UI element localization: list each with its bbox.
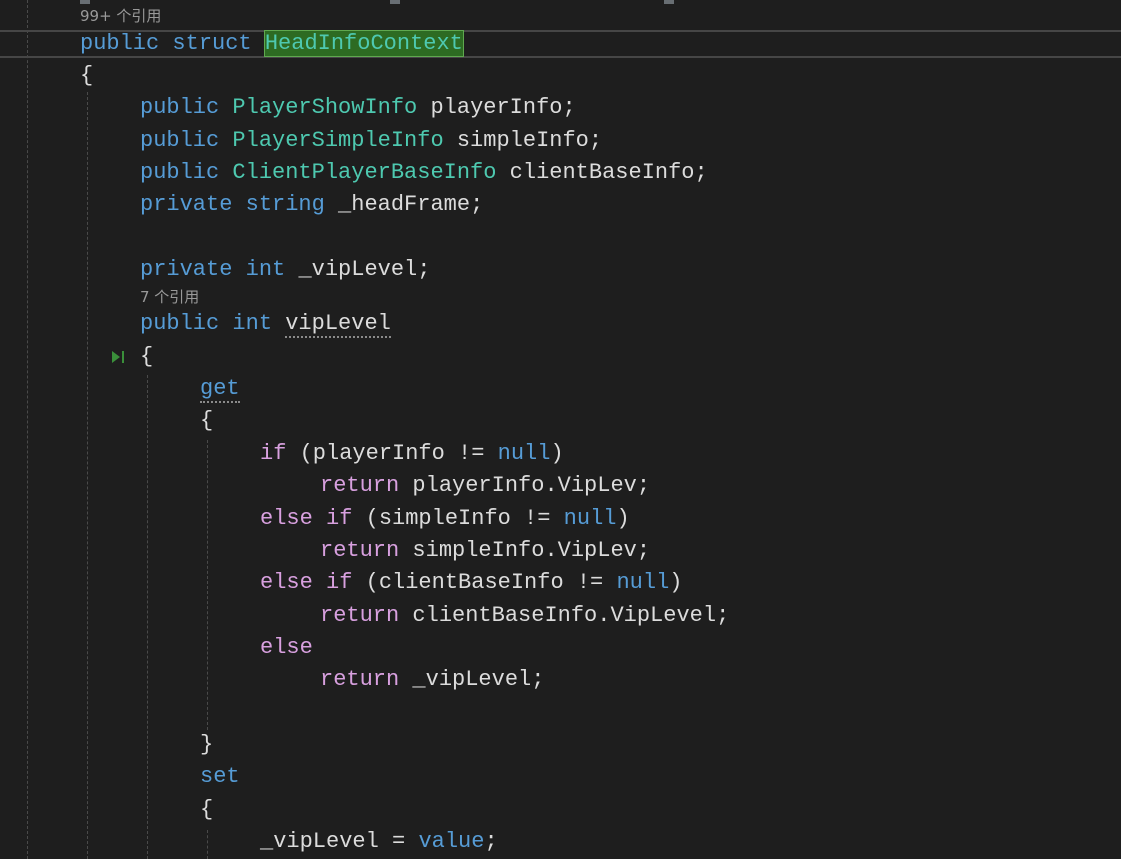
code-lens-references[interactable]: 7 个引用 [140, 287, 199, 307]
keyword-private: private [140, 192, 233, 217]
keyword-else: else [260, 570, 313, 595]
keyword-if: if [260, 441, 287, 466]
code-editor[interactable]: 99+ 个引用 public struct HeadInfoContext { … [0, 0, 1121, 859]
type-name: PlayerShowInfo [232, 95, 418, 120]
semicolon: ; [484, 829, 498, 854]
field-name: _headFrame; [338, 192, 484, 217]
assignment-lhs: _vipLevel = [260, 829, 419, 854]
property-name[interactable]: vipLevel [285, 311, 391, 338]
keyword-value: value [418, 829, 485, 854]
brace: { [140, 344, 154, 369]
code-lens-references[interactable]: 99+ 个引用 [80, 6, 161, 26]
keyword-null: null [616, 570, 670, 595]
code-line-brace[interactable]: { [140, 341, 153, 373]
keyword-return: return [320, 603, 400, 628]
code-line-return[interactable]: return _vipLevel; [320, 664, 544, 696]
keyword-else: else [260, 506, 313, 531]
brace: { [200, 797, 214, 822]
return-value: clientBaseInfo.VipLevel; [412, 603, 730, 628]
keyword-int: int [232, 311, 273, 336]
type-name: PlayerSimpleInfo [232, 128, 444, 153]
run-to-line-icon[interactable] [110, 348, 128, 366]
struct-name-highlighted[interactable]: HeadInfoContext [263, 30, 464, 57]
code-line-brace[interactable]: } [200, 729, 213, 761]
keyword-struct: struct [172, 31, 252, 56]
keyword-string: string [245, 192, 325, 217]
indent-guide [207, 830, 208, 859]
condition: (playerInfo != [299, 441, 498, 466]
return-value: playerInfo.VipLev; [412, 473, 651, 498]
code-line-assign[interactable]: _vipLevel = value; [260, 826, 498, 858]
code-line-return[interactable]: return simpleInfo.VipLev; [320, 535, 650, 567]
keyword-public: public [140, 128, 220, 153]
field-name: simpleInfo; [456, 128, 603, 153]
field-name: clientBaseInfo; [509, 160, 708, 185]
code-line-property[interactable]: public int vipLevel [140, 308, 391, 340]
paren: ) [669, 570, 683, 595]
keyword-if: if [326, 570, 353, 595]
return-value: simpleInfo.VipLev; [412, 538, 651, 563]
clipped-line-fragment [664, 0, 674, 4]
paren: ) [616, 506, 630, 531]
keyword-int: int [245, 257, 286, 282]
field-name: playerInfo; [430, 95, 576, 120]
code-line-if[interactable]: if (playerInfo != null) [260, 438, 564, 470]
indent-guide [27, 0, 28, 859]
indent-guide [147, 375, 148, 859]
code-line-brace[interactable]: { [80, 60, 93, 92]
keyword-return: return [320, 473, 400, 498]
keyword-public: public [140, 95, 220, 120]
code-line-else[interactable]: else [260, 632, 313, 664]
keyword-private: private [140, 257, 233, 282]
code-line-set[interactable]: set [200, 761, 240, 793]
code-line-field[interactable]: public PlayerShowInfo playerInfo; [140, 92, 576, 124]
keyword-else: else [260, 635, 313, 660]
keyword-public: public [140, 160, 220, 185]
keyword-if: if [326, 506, 353, 531]
condition: (simpleInfo != [365, 506, 564, 531]
clipped-line-fragment [80, 0, 90, 4]
condition: (clientBaseInfo != [365, 570, 617, 595]
keyword-public: public [80, 31, 160, 56]
indent-guide [87, 92, 88, 859]
brace: } [200, 732, 214, 757]
code-line-field[interactable]: private int _vipLevel; [140, 254, 430, 286]
field-name: _vipLevel; [298, 257, 431, 282]
indent-guide [207, 440, 208, 730]
code-line-field[interactable]: public PlayerSimpleInfo simpleInfo; [140, 125, 602, 157]
type-name: ClientPlayerBaseInfo [232, 160, 497, 185]
clipped-line-fragment [390, 0, 400, 4]
code-line-struct[interactable]: public struct HeadInfoContext [80, 28, 464, 60]
code-line-field[interactable]: private string _headFrame; [140, 189, 483, 221]
code-line-brace[interactable]: { [200, 405, 213, 437]
code-line-get[interactable]: get [200, 373, 240, 405]
keyword-set: set [200, 764, 240, 789]
keyword-null: null [497, 441, 551, 466]
keyword-return: return [320, 667, 400, 692]
keyword-public: public [140, 311, 220, 336]
keyword-get[interactable]: get [200, 376, 240, 403]
brace: { [200, 408, 214, 433]
code-line-return[interactable]: return clientBaseInfo.VipLevel; [320, 600, 729, 632]
code-line-return[interactable]: return playerInfo.VipLev; [320, 470, 650, 502]
keyword-return: return [320, 538, 400, 563]
return-value: _vipLevel; [412, 667, 545, 692]
brace: { [80, 63, 94, 88]
code-line-field[interactable]: public ClientPlayerBaseInfo clientBaseIn… [140, 157, 708, 189]
code-line-else-if[interactable]: else if (simpleInfo != null) [260, 503, 630, 535]
paren: ) [550, 441, 564, 466]
code-line-else-if[interactable]: else if (clientBaseInfo != null) [260, 567, 682, 599]
keyword-null: null [563, 506, 617, 531]
code-line-brace[interactable]: { [200, 794, 213, 826]
